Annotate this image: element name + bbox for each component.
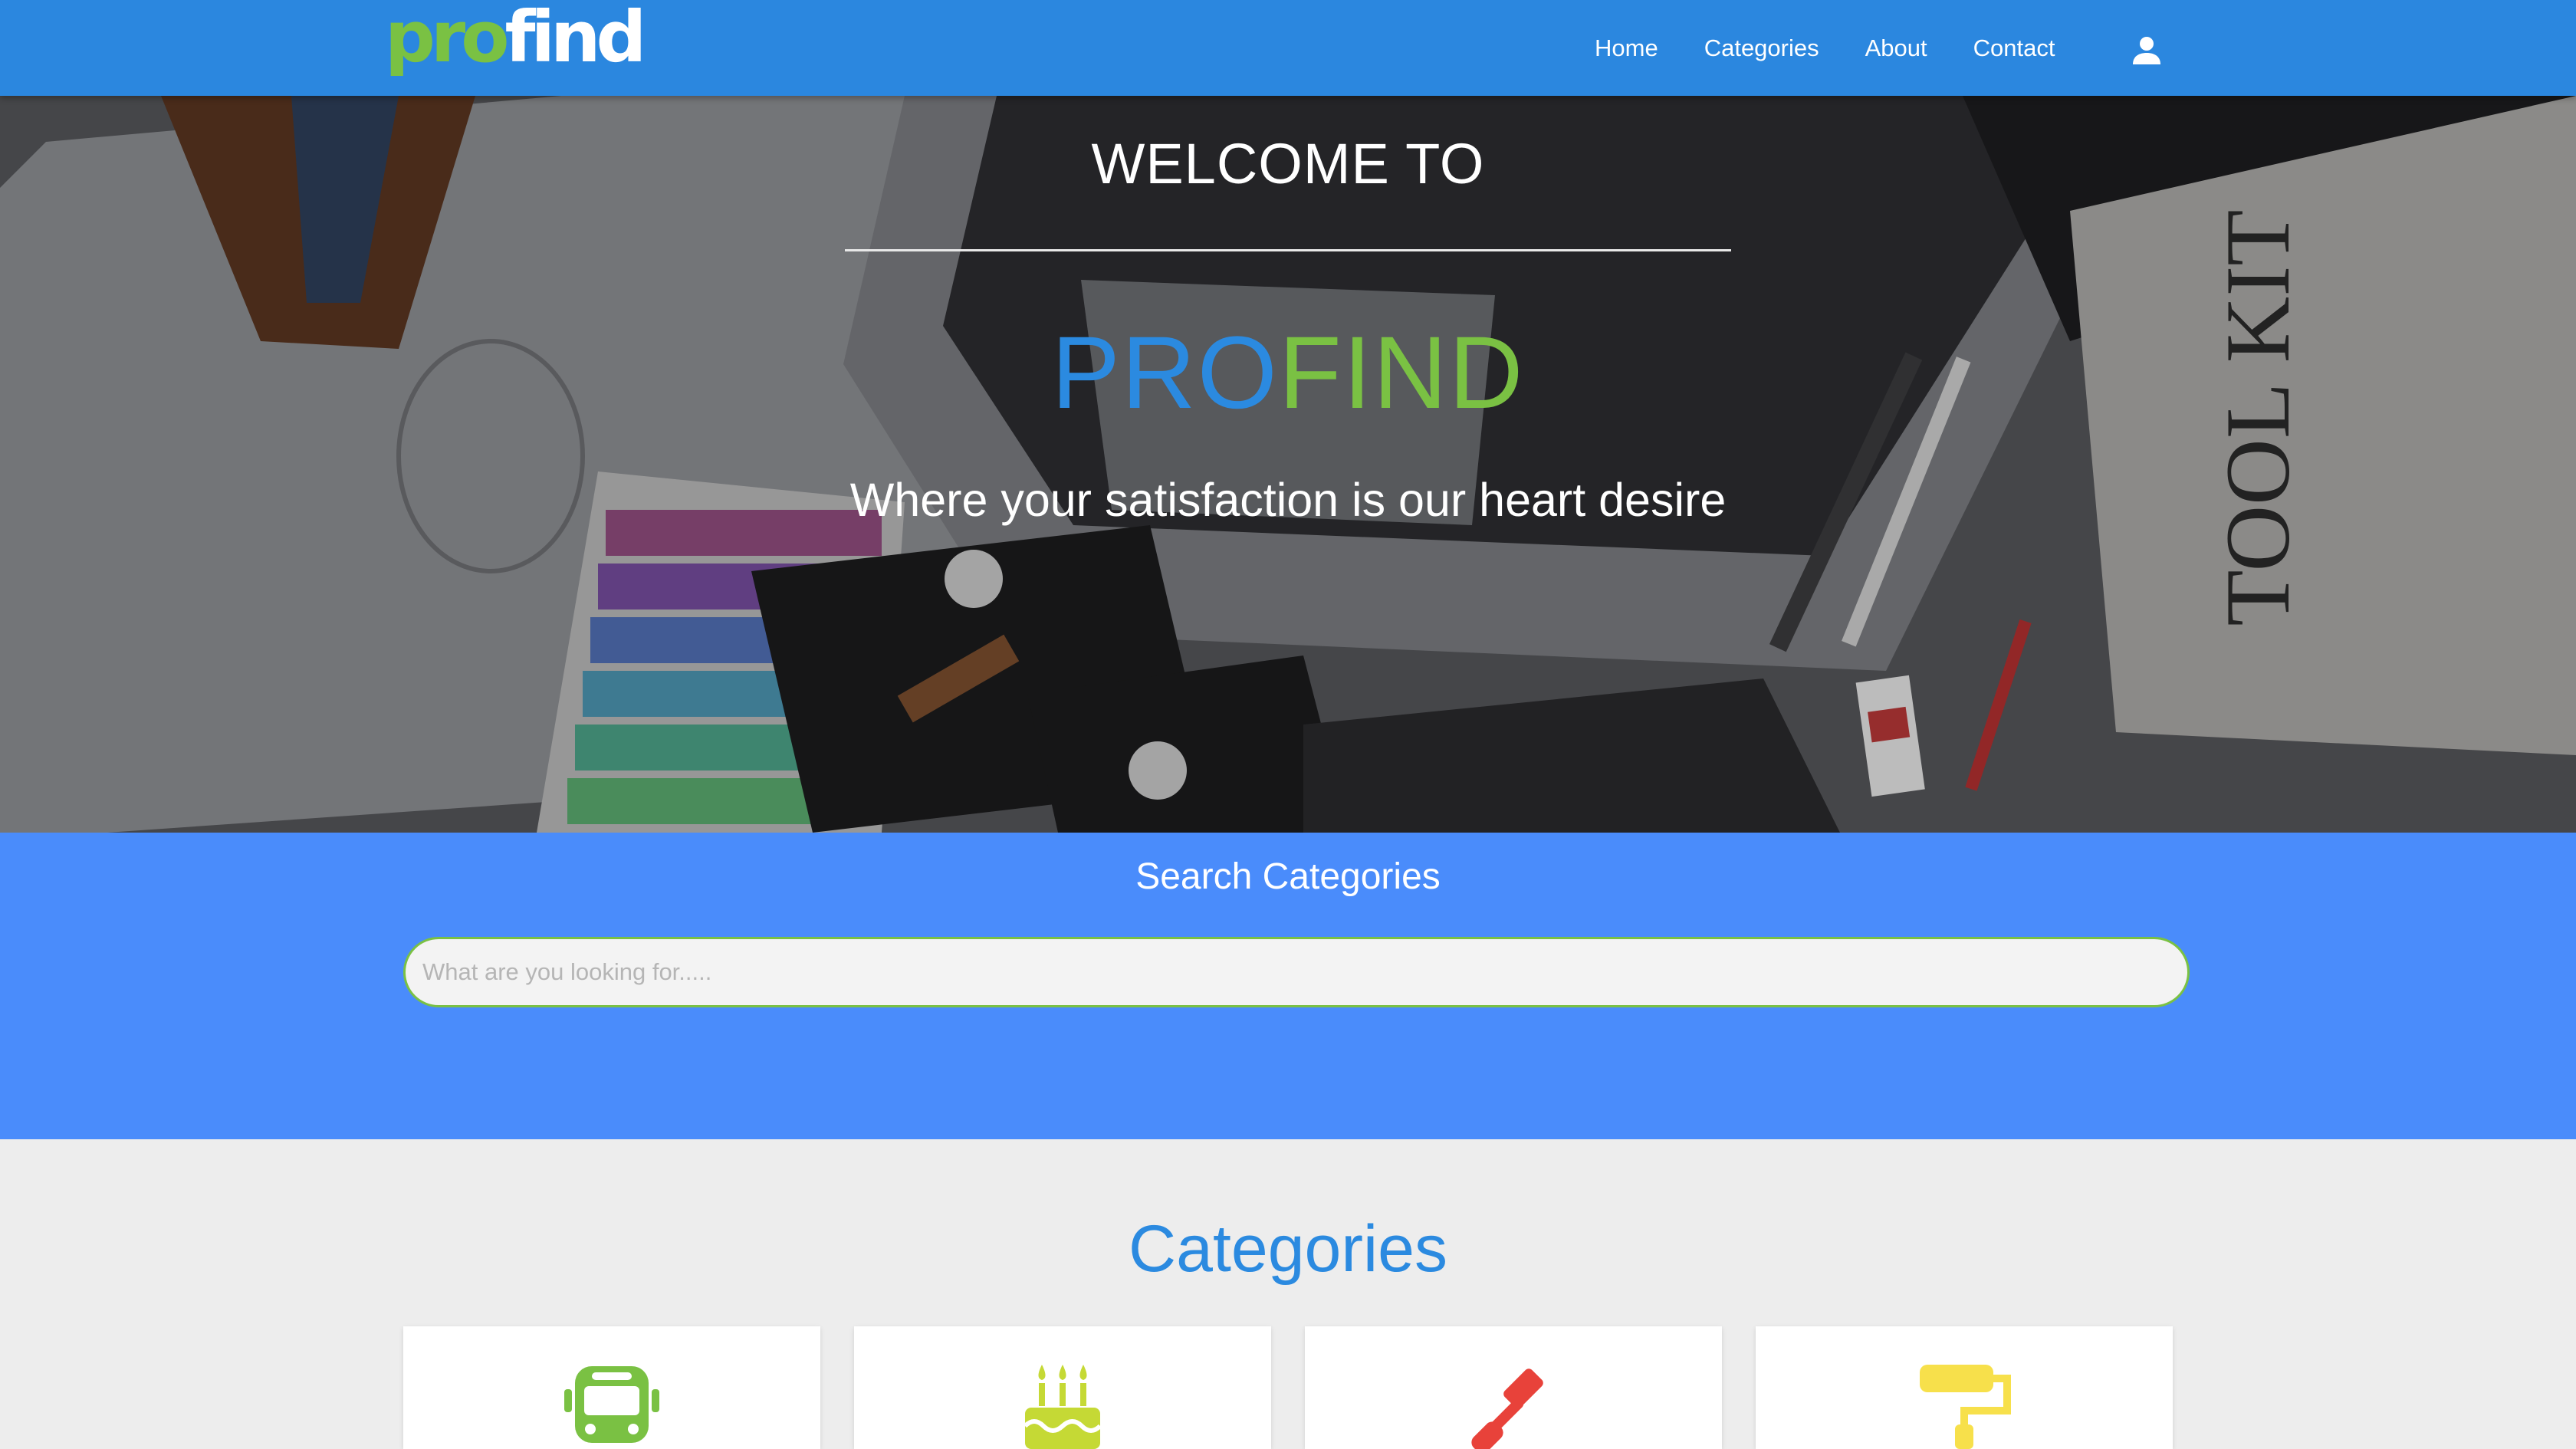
categories-title: Categories [1129,1212,1447,1286]
nav-link-categories[interactable]: Categories [1704,34,1819,62]
bus-icon [564,1366,659,1443]
category-card-painting[interactable] [1756,1326,2173,1449]
search-section: Search Categories [0,833,2576,1139]
logo[interactable]: profind [385,0,646,80]
hero-overlay [0,96,2576,833]
hero-brand-find: FIND [1278,316,1525,430]
paint-roller-icon [1920,1365,2011,1449]
logo-pro: pro [385,0,509,78]
logo-find: find [504,0,646,78]
category-card-transport[interactable] [403,1326,820,1449]
birthday-cake-icon [1023,1365,1102,1449]
welcome-heading: WELCOME TO [1091,132,1485,196]
screwdriver-icon [1471,1368,1543,1449]
category-card-repairs[interactable] [1305,1326,1722,1449]
search-title: Search Categories [1135,856,1441,897]
nav-link-contact[interactable]: Contact [1973,34,2055,62]
nav-link-about[interactable]: About [1865,34,1927,62]
navbar: profind Home Categories About Contact [0,0,2576,96]
category-card-events[interactable] [854,1326,1271,1449]
hero-brand-title: PROFIND [0,314,2576,432]
nav-links: Home Categories About Contact [1595,0,2101,96]
hero-banner: TOOL KIT WELCOME TO PROFIND Where your s… [0,96,2576,833]
hero-tagline: Where your satisfaction is our heart des… [849,474,1727,526]
hero-divider [845,249,1731,251]
hero-brand-pro: PRO [1051,316,1279,430]
search-input[interactable] [403,937,2190,1007]
nav-link-home[interactable]: Home [1595,34,1658,62]
user-icon[interactable] [2130,35,2164,66]
